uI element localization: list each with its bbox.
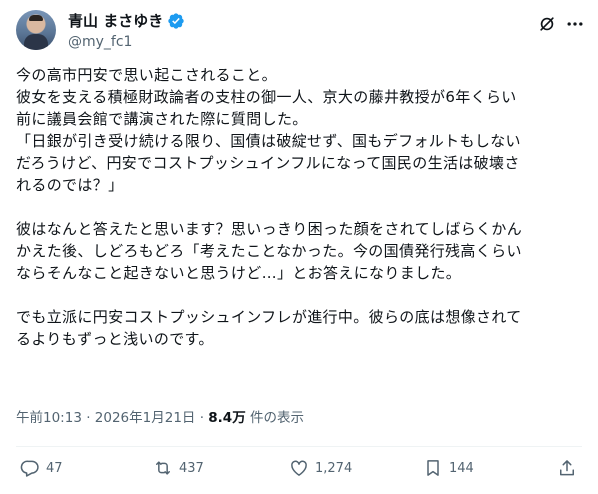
author-handle[interactable]: @my_fc1 — [68, 32, 185, 52]
avatar-hair — [29, 15, 43, 21]
heart-icon — [291, 460, 307, 476]
tweet-line: だろうけど、円安でコストプッシュインフルになって国民の生活は破壊さ — [16, 154, 520, 172]
like-count: 1,274 — [315, 460, 353, 476]
bookmark-icon — [427, 460, 439, 476]
bookmark-button[interactable]: 144 — [423, 458, 474, 478]
reply-count: 47 — [46, 460, 63, 476]
tweet-line: 彼はなんと答えたと思います？思いっきり困った顔をされてしばらくかん — [16, 220, 523, 238]
meta-separator: · — [81, 410, 95, 426]
tweet-line: 前に議員会館で講演された際に質問した。 — [16, 110, 308, 128]
action-bar: 47 437 1,274 144 — [0, 458, 598, 484]
bookmark-count: 144 — [449, 460, 474, 476]
tweet-line: 「日銀が引き受け続ける限り、国債は破綻せず、国もデフォルトもしない — [16, 132, 521, 150]
view-count-label: 件の表示 — [245, 410, 304, 426]
author-display-name[interactable]: 青山 まさゆき — [68, 11, 163, 31]
avatar[interactable] — [16, 10, 56, 50]
tweet-header: 青山 まさゆき @my_fc1 — [16, 10, 585, 54]
tweet-line: かえた後、しどろもどろ「考えたことなかった。今の国債発行残高くらい — [16, 242, 522, 260]
author-display-name-row[interactable]: 青山 まさゆき — [68, 11, 185, 31]
tweet-date[interactable]: 2026年1月21日 — [95, 410, 196, 426]
repost-button[interactable]: 437 — [153, 458, 204, 478]
tweet-line: るよりもずっと浅いのです。 — [16, 330, 214, 348]
tweet-time[interactable]: 午前10:13 — [16, 410, 82, 426]
tweet-line: 彼女を支える積極財政論者の支柱の御一人、京大の藤井教授が6年くらい — [16, 88, 517, 106]
tweet-line: でも立派に円安コストプッシュインフレが進行中。彼らの底は想像されて — [16, 308, 522, 326]
grok-icon[interactable] — [537, 14, 557, 34]
tweet-line: 今の高市円安で思い起こされること。 — [16, 66, 277, 84]
author-names: 青山 まさゆき @my_fc1 — [68, 11, 185, 52]
tweet-line: ならそんなこと起きないと思うけど…」とお答えになりました。 — [16, 264, 462, 282]
avatar-suit — [24, 34, 48, 50]
reply-icon — [20, 460, 39, 477]
view-count[interactable]: 8.4万 — [208, 410, 245, 426]
more-icon[interactable] — [565, 14, 585, 34]
tweet-text: 今の高市円安で思い起こされること。 彼女を支える積極財政論者の支柱の御一人、京大… — [16, 64, 582, 350]
reply-button[interactable]: 47 — [20, 458, 63, 478]
share-button[interactable] — [557, 458, 577, 478]
repost-count: 437 — [179, 460, 204, 476]
meta-separator: · — [195, 410, 209, 426]
tweet-line: れるのでは？」 — [16, 176, 124, 194]
tweet-meta: 午前10:13 · 2026年1月21日 · 8.4万 件の表示 — [16, 408, 304, 428]
share-icon — [560, 460, 574, 476]
verified-badge-icon — [168, 13, 184, 29]
divider — [16, 446, 582, 447]
repost-icon — [156, 461, 170, 475]
like-button[interactable]: 1,274 — [289, 458, 352, 478]
